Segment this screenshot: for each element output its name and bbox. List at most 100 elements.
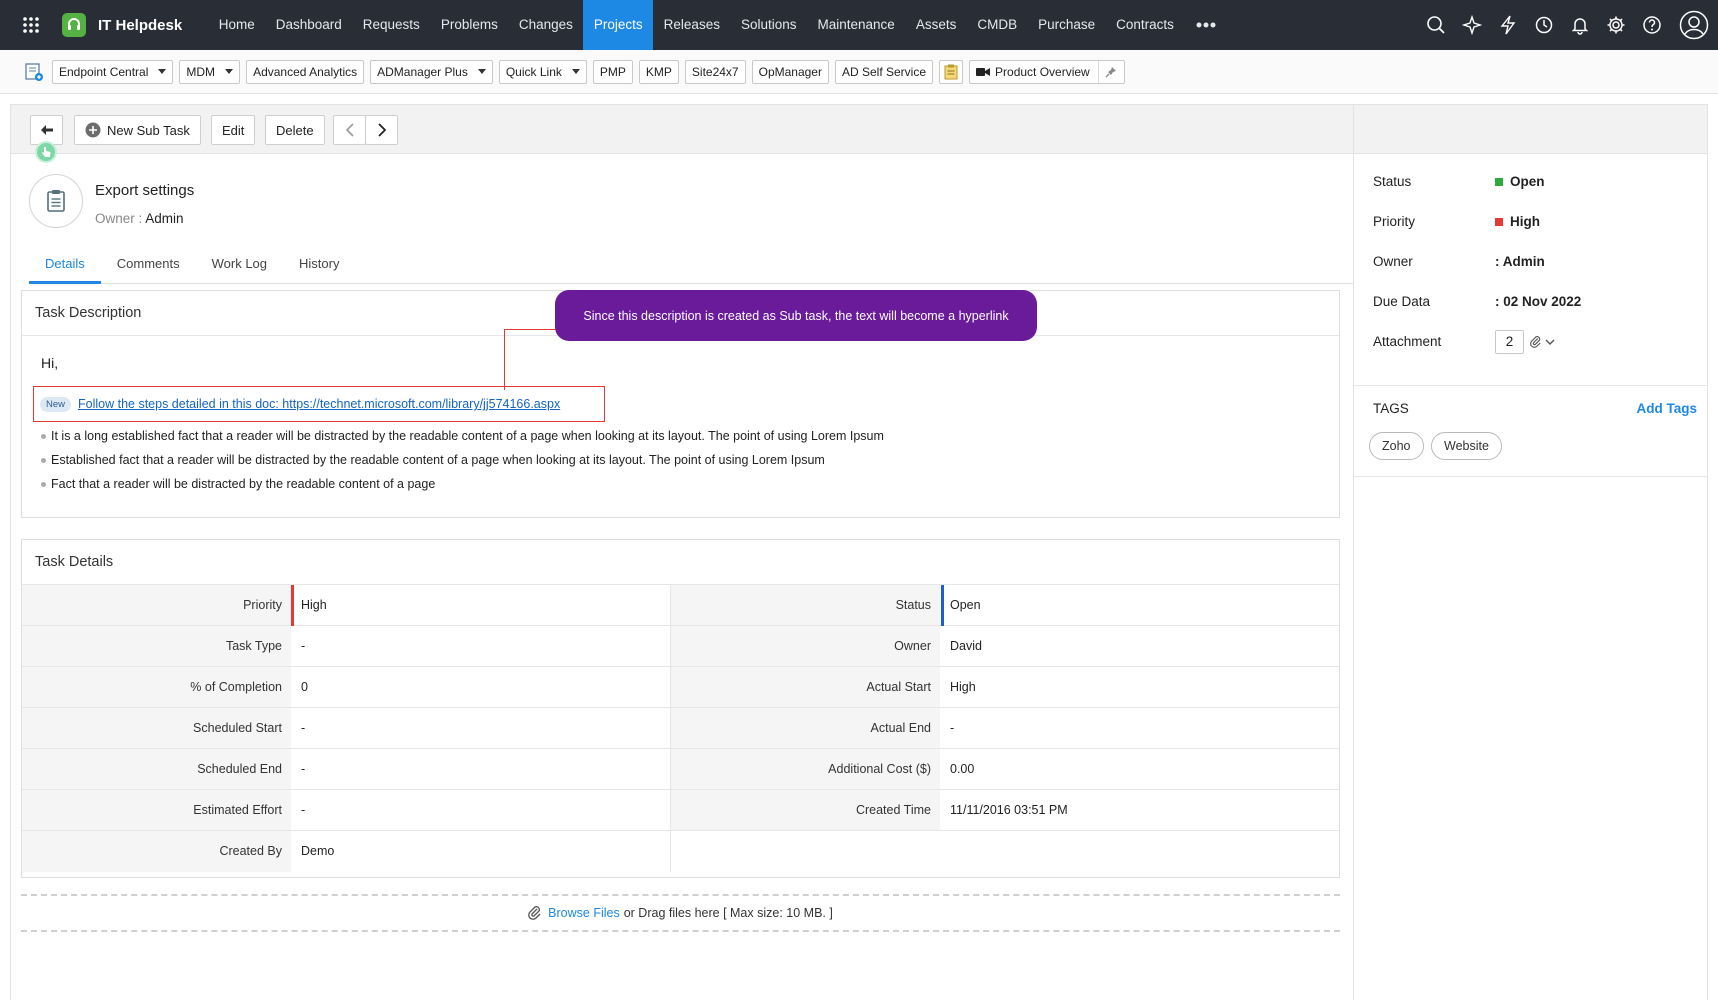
task-owner: Owner : Admin <box>95 211 184 226</box>
nav-requests[interactable]: Requests <box>352 0 430 50</box>
nav-releases[interactable]: Releases <box>653 0 730 50</box>
next-button[interactable] <box>365 115 398 145</box>
chevron-left-icon <box>345 123 354 137</box>
pin-icon[interactable] <box>1097 60 1124 83</box>
nav-home[interactable]: Home <box>208 0 265 50</box>
toolbar-button-label: Site24x7 <box>691 64 739 79</box>
dropzone-hint: or Drag files here [ Max size: 10 MB. ] <box>623 906 833 920</box>
detail-value: - <box>950 721 955 735</box>
hyperlink-highlight-box: New Follow the steps detailed in this do… <box>33 386 605 422</box>
nav-cmdb[interactable]: CMDB <box>967 0 1028 50</box>
priority-indicator <box>1495 217 1503 226</box>
toolbar-pmp[interactable]: PMP <box>592 59 633 84</box>
nav-solutions[interactable]: Solutions <box>730 0 807 50</box>
nav-dashboard[interactable]: Dashboard <box>265 0 352 50</box>
tab-comments[interactable]: Comments <box>101 248 196 284</box>
table-row: Priority High Status Open <box>22 585 1339 626</box>
task-detail-panel: New Sub Task Edit Delete Export settings… <box>10 104 1354 1000</box>
toolbar-button-label: AD Self Service <box>841 64 927 79</box>
notes-icon[interactable] <box>939 59 964 84</box>
add-circle-icon <box>85 122 101 138</box>
delete-label: Delete <box>276 122 314 138</box>
toolbar-advanced-analytics[interactable]: Advanced Analytics <box>246 59 365 84</box>
toolbar-opmanager[interactable]: OpManager <box>751 59 829 84</box>
app-grid-icon[interactable] <box>0 0 62 50</box>
task-details-card: Task Details Priority High Status Open T… <box>21 539 1340 878</box>
more-icon[interactable] <box>1184 0 1228 50</box>
detail-label: Task Type <box>22 626 291 666</box>
history-icon[interactable] <box>1526 0 1562 50</box>
due-date-label: Due Data <box>1373 294 1431 309</box>
user-avatar-icon[interactable] <box>1670 0 1718 50</box>
nav-maintenance[interactable]: Maintenance <box>807 0 905 50</box>
detail-label: Actual End <box>671 708 940 748</box>
nav-assets[interactable]: Assets <box>905 0 967 50</box>
nav-projects[interactable]: Projects <box>583 0 654 50</box>
owner-label: Owner <box>1373 254 1413 269</box>
detail-value: 0.00 <box>950 762 975 776</box>
previous-button[interactable] <box>333 115 366 145</box>
task-details-title: Task Details <box>22 540 1339 585</box>
toolbar-button-label: OpManager <box>758 64 822 79</box>
video-camera-icon <box>976 67 991 76</box>
new-sub-task-button[interactable]: New Sub Task <box>74 115 201 145</box>
toolbar-admanager-plus[interactable]: ADManager Plus <box>370 59 493 84</box>
tag-chip[interactable]: Zoho <box>1369 432 1424 460</box>
browse-files-link[interactable]: Browse Files <box>548 906 620 920</box>
toolbar-mdm[interactable]: MDM <box>179 59 241 84</box>
detail-label: Owner <box>671 626 940 666</box>
sparkle-icon[interactable] <box>1454 0 1490 50</box>
edit-button[interactable]: Edit <box>211 115 256 145</box>
toolbar-quick-link[interactable]: Quick Link <box>498 59 587 84</box>
toolbar-kmp[interactable]: KMP <box>638 59 679 84</box>
delete-button[interactable]: Delete <box>265 115 325 145</box>
lightning-icon[interactable] <box>1490 0 1526 50</box>
attachment-count[interactable]: 2 <box>1495 330 1524 354</box>
detail-value: - <box>291 790 671 830</box>
chevron-down-icon <box>1545 339 1555 345</box>
attachment-control[interactable]: 2 <box>1495 330 1555 354</box>
status-indicator <box>1495 177 1503 186</box>
nav-changes[interactable]: Changes <box>508 0 583 50</box>
detail-label: Status <box>671 585 940 625</box>
nav-contracts[interactable]: Contracts <box>1106 0 1185 50</box>
toolbar-product-overview[interactable]: Product Overview <box>969 59 1125 84</box>
toolbar-button-label: Endpoint Central <box>59 64 149 79</box>
table-row: Scheduled Start - Actual End - <box>22 708 1339 749</box>
tag-chip[interactable]: Website <box>1431 432 1502 460</box>
toolbar-button-label: PMP <box>599 64 626 79</box>
file-dropzone[interactable]: Browse Files or Drag files here [ Max si… <box>21 894 1340 932</box>
detail-label: Estimated Effort <box>22 790 291 830</box>
detail-label: Scheduled Start <box>22 708 291 748</box>
side-panel-header <box>1354 104 1707 154</box>
due-date-value[interactable]: : 02 Nov 2022 <box>1495 294 1581 309</box>
tab-work-log[interactable]: Work Log <box>196 248 283 284</box>
priority-value[interactable]: High <box>1495 214 1540 229</box>
nav-purchase[interactable]: Purchase <box>1028 0 1106 50</box>
bell-icon[interactable] <box>1562 0 1598 50</box>
priority-label: Priority <box>1373 214 1416 229</box>
nav-problems[interactable]: Problems <box>430 0 508 50</box>
toolbar-ad-self-service[interactable]: AD Self Service <box>834 59 934 84</box>
help-icon[interactable] <box>1634 0 1670 50</box>
side-divider <box>1354 385 1707 386</box>
new-sub-task-label: New Sub Task <box>107 122 190 138</box>
description-hyperlink[interactable]: Follow the steps detailed in this doc: h… <box>78 397 560 411</box>
owner-value[interactable]: : Admin <box>1495 254 1545 269</box>
side-divider <box>1354 476 1707 477</box>
gear-icon[interactable] <box>1598 0 1634 50</box>
hand-pointer-icon <box>35 141 57 163</box>
brand[interactable]: IT Helpdesk <box>62 0 182 50</box>
detail-value: - <box>291 626 671 666</box>
tab-history[interactable]: History <box>283 248 355 284</box>
toolbar-endpoint-central[interactable]: Endpoint Central <box>52 59 174 84</box>
status-value[interactable]: Open <box>1495 174 1545 189</box>
tab-details[interactable]: Details <box>29 248 101 284</box>
new-request-icon[interactable] <box>22 60 46 84</box>
toolbar-site24x7[interactable]: Site24x7 <box>684 59 746 84</box>
detail-value: High <box>950 680 976 694</box>
add-tags-link[interactable]: Add Tags <box>1637 401 1698 416</box>
detail-label: Created Time <box>671 790 940 830</box>
detail-value: High <box>291 585 671 625</box>
search-icon[interactable] <box>1418 0 1454 50</box>
